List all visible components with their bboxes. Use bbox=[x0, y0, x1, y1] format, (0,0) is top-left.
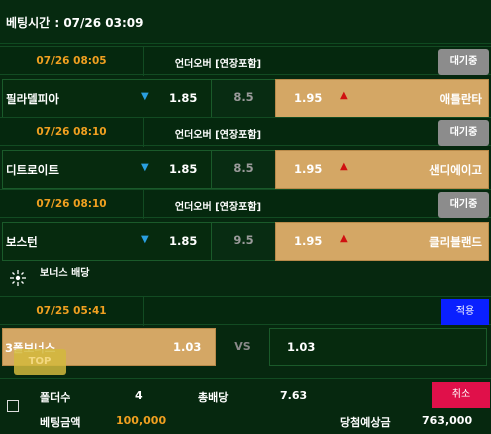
bonus-sparkle-icon bbox=[10, 270, 26, 286]
bonus-odd-right: 1.03 bbox=[287, 340, 316, 354]
bonus-title: 보너스 배당 bbox=[40, 268, 90, 279]
handicap-line: 8.5 bbox=[211, 150, 276, 189]
match-time: 07/26 08:10 bbox=[36, 198, 107, 210]
away-team: 애틀란타 bbox=[439, 92, 482, 106]
total-odds-label: 총배당 bbox=[198, 391, 229, 404]
odds-down-icon: ▼ bbox=[141, 162, 149, 173]
away-odds-cell[interactable]: 1.95 ▲ 클리블랜드 bbox=[275, 222, 489, 261]
bonus-section-header: 보너스 배당 bbox=[0, 261, 491, 295]
away-odds-cell[interactable]: 1.95 ▲ 샌디에이고 bbox=[275, 150, 489, 189]
bet-amount-label: 베팅금액 bbox=[40, 416, 81, 429]
match-bet-row: 보스턴 ▼ 1.85 9.5 1.95 ▲ 클리블랜드 bbox=[0, 222, 491, 261]
home-odds-cell[interactable]: 필라델피아 ▼ 1.85 bbox=[2, 79, 212, 118]
market-label: 언더오버 [연장포함] bbox=[174, 130, 262, 141]
bonus-bet-row: 3폴보너스 1.03 VS 1.03 TOP bbox=[0, 328, 491, 375]
home-team: 디트로이트 bbox=[6, 163, 59, 177]
handicap-line: 8.5 bbox=[211, 79, 276, 118]
match-time: 07/26 08:10 bbox=[36, 126, 107, 138]
waiting-button[interactable]: 대기중 bbox=[438, 49, 489, 75]
market-label: 언더오버 [연장포함] bbox=[174, 202, 262, 213]
divider bbox=[143, 297, 144, 326]
home-odd: 1.85 bbox=[169, 162, 198, 176]
match-info-row: 07/26 08:10 언더오버 [연장포함] 대기중 bbox=[0, 189, 491, 219]
match-bet-row: 디트로이트 ▼ 1.85 8.5 1.95 ▲ 샌디에이고 bbox=[0, 150, 491, 189]
bet-time-title: 베팅시간 : 07/26 03:09 bbox=[6, 16, 144, 30]
home-team: 필라델피아 bbox=[6, 92, 59, 106]
home-odd: 1.85 bbox=[169, 91, 198, 105]
folder-count-label: 폴더수 bbox=[40, 391, 71, 404]
waiting-button[interactable]: 대기중 bbox=[438, 192, 489, 218]
away-team: 클리블랜드 bbox=[429, 235, 482, 249]
bet-amount-value: 100,000 bbox=[116, 414, 167, 427]
vs-label: VS bbox=[234, 340, 251, 353]
match-info-row: 07/26 08:05 언더오버 [연장포함] 대기중 bbox=[0, 46, 491, 76]
home-team: 보스턴 bbox=[6, 235, 38, 249]
away-odd: 1.95 bbox=[294, 91, 323, 105]
odds-up-icon: ▲ bbox=[340, 161, 348, 172]
odds-down-icon: ▼ bbox=[141, 234, 149, 245]
away-odds-cell[interactable]: 1.95 ▲ 애틀란타 bbox=[275, 79, 489, 118]
bonus-info-row: 07/25 05:41 적용 bbox=[0, 296, 491, 326]
odds-down-icon: ▼ bbox=[141, 91, 149, 102]
apply-button[interactable]: 적용 bbox=[441, 299, 489, 325]
bonus-odd: 1.03 bbox=[173, 340, 202, 354]
away-odd: 1.95 bbox=[294, 234, 323, 248]
cancel-button[interactable]: 취소 bbox=[432, 382, 490, 408]
market-label: 언더오버 [연장포함] bbox=[174, 59, 262, 70]
match-bet-row: 필라델피아 ▼ 1.85 8.5 1.95 ▲ 애틀란타 bbox=[0, 79, 491, 118]
bet-slip-summary: 폴더수 4 총배당 7.63 취소 베팅금액 100,000 당첨예상금 763… bbox=[0, 378, 491, 434]
home-odd: 1.85 bbox=[169, 234, 198, 248]
total-odds-value: 7.63 bbox=[280, 389, 308, 402]
bonus-time: 07/25 05:41 bbox=[36, 305, 107, 317]
away-team: 샌디에이고 bbox=[429, 163, 482, 177]
waiting-button[interactable]: 대기중 bbox=[438, 120, 489, 146]
away-odd: 1.95 bbox=[294, 162, 323, 176]
expected-win-label: 당첨예상금 bbox=[340, 416, 391, 429]
home-odds-cell[interactable]: 보스턴 ▼ 1.85 bbox=[2, 222, 212, 261]
home-odds-cell[interactable]: 디트로이트 ▼ 1.85 bbox=[2, 150, 212, 189]
bet-time-header: 베팅시간 : 07/26 03:09 bbox=[0, 0, 491, 44]
odds-up-icon: ▲ bbox=[340, 90, 348, 101]
select-checkbox[interactable] bbox=[7, 400, 19, 412]
expected-win-value: 763,000 bbox=[422, 414, 473, 427]
folder-count-value: 4 bbox=[135, 389, 143, 402]
odds-up-icon: ▲ bbox=[340, 233, 348, 244]
handicap-line: 9.5 bbox=[211, 222, 276, 261]
scroll-top-button[interactable]: TOP bbox=[14, 349, 66, 375]
bonus-odds-cell-right[interactable]: 1.03 bbox=[269, 328, 487, 366]
match-time: 07/26 08:05 bbox=[36, 55, 107, 67]
match-info-row: 07/26 08:10 언더오버 [연장포함] 대기중 bbox=[0, 117, 491, 147]
